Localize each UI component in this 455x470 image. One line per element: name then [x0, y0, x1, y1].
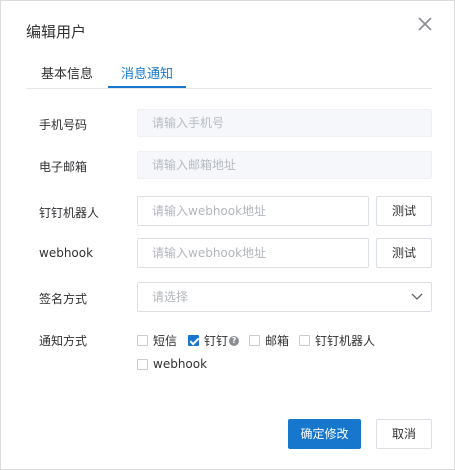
cancel-button[interactable]: 取消	[376, 419, 432, 449]
email-input: 请输入邮箱地址	[137, 151, 432, 179]
checkbox-label: 短信	[153, 334, 178, 348]
tab-message-notify[interactable]: 消息通知	[121, 63, 173, 82]
phone-input: 请输入手机号	[137, 109, 432, 137]
sign-method-select[interactable]: 请选择	[137, 282, 432, 312]
confirm-button[interactable]: 确定修改	[288, 419, 361, 449]
tab-bar: 基本信息 消息通知	[26, 57, 432, 89]
checkbox-label: webhook	[153, 357, 208, 371]
question-circle-icon[interactable]: ?	[229, 335, 240, 346]
notify-dingtalk-robot-checkbox[interactable]: 钉钉机器人	[299, 332, 375, 349]
dingtalk-robot-label: 钉钉机器人	[39, 206, 100, 220]
checkbox-label: 邮箱	[265, 334, 290, 348]
checkbox-box	[299, 335, 310, 346]
checkbox-label: 钉钉	[204, 334, 229, 348]
webhook-test-button[interactable]: 测试	[376, 238, 432, 268]
notify-sms-checkbox[interactable]: 短信	[137, 332, 177, 349]
checkbox-box	[137, 358, 148, 370]
edit-user-dialog: 编辑用户 基本信息 消息通知 手机号码 请输入手机号 电子邮箱 请输入邮箱地址 …	[0, 0, 455, 470]
email-label: 电子邮箱	[39, 160, 88, 174]
sign-method-label: 签名方式	[39, 292, 88, 306]
notify-email-checkbox[interactable]: 邮箱	[249, 332, 289, 349]
phone-label: 手机号码	[39, 118, 88, 132]
checkbox-box	[137, 335, 148, 346]
checkbox-box	[249, 335, 260, 346]
notify-method-label: 通知方式	[39, 334, 88, 348]
notify-webhook-checkbox[interactable]: webhook	[137, 357, 207, 371]
notify-dingtalk-checkbox[interactable]: 钉钉 ?	[188, 332, 240, 349]
chevron-down-icon	[411, 293, 423, 300]
close-icon[interactable]	[415, 14, 435, 34]
active-tab-indicator	[108, 86, 186, 88]
sign-method-placeholder: 请选择	[152, 290, 189, 304]
webhook-label: webhook	[39, 246, 94, 260]
dingtalk-robot-webhook-input[interactable]: 请输入webhook地址	[137, 196, 369, 226]
tab-basic-info[interactable]: 基本信息	[41, 63, 93, 82]
dingtalk-robot-test-button[interactable]: 测试	[376, 196, 432, 226]
checkbox-box-checked	[188, 335, 199, 346]
checkbox-label: 钉钉机器人	[315, 334, 376, 348]
webhook-input[interactable]: 请输入webhook地址	[137, 238, 369, 268]
dialog-title: 编辑用户	[26, 23, 87, 41]
